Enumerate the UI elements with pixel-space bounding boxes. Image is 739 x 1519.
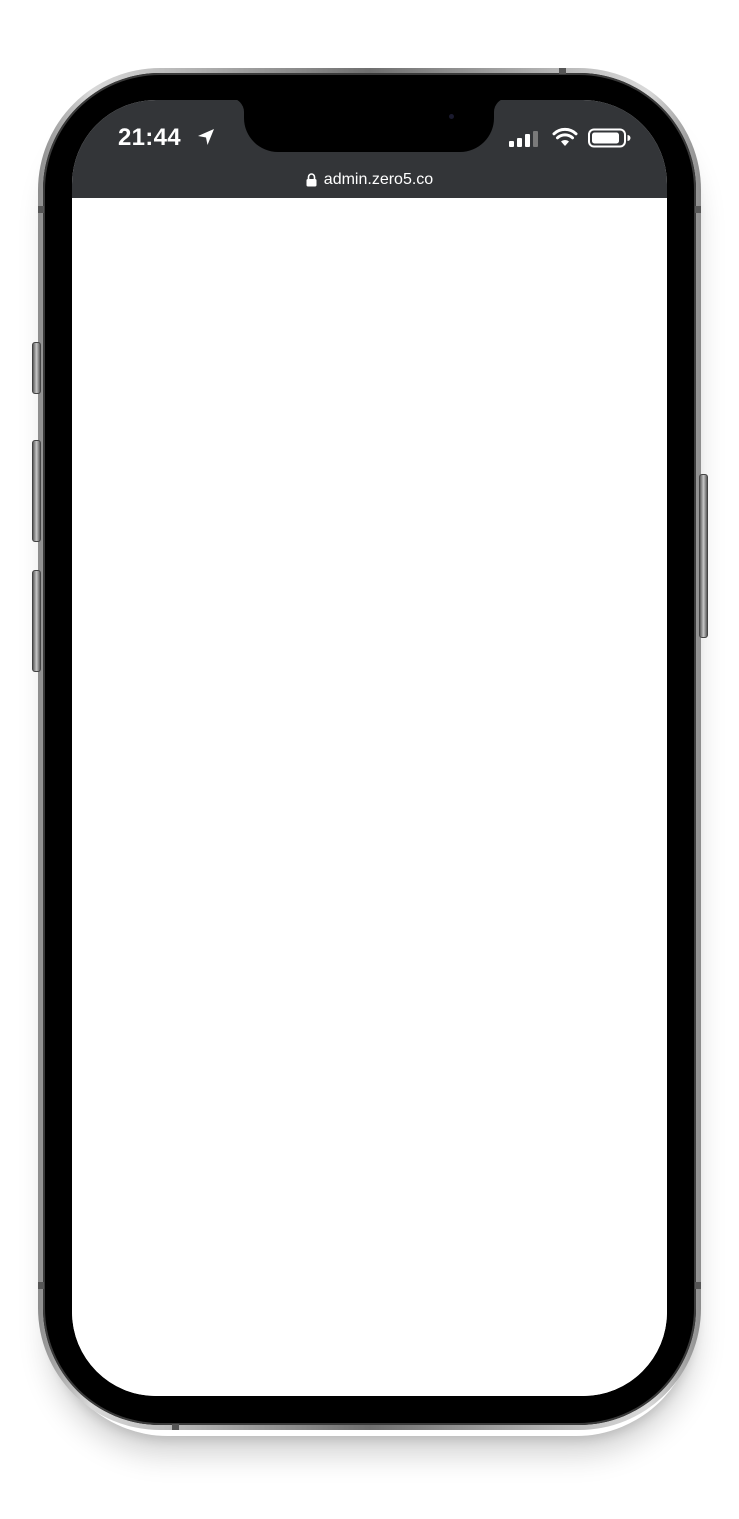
silent-switch [32,342,41,394]
location-arrow-icon [198,129,214,145]
antenna-line [38,1282,44,1289]
antenna-line [559,68,566,74]
url-text: admin.zero5.co [323,171,434,188]
browser-status-area: 21:44 admin.zero5.co [72,100,667,198]
power-button [699,474,708,638]
cellular-signal-icon [509,131,538,147]
wifi-icon [552,127,578,146]
phone-screen: 21:44 admin.zero5.co [72,100,667,1396]
page-content [72,198,667,1396]
volume-up-button [32,440,41,542]
front-camera [449,114,454,119]
antenna-line [695,206,701,213]
antenna-line [695,1282,701,1289]
lock-icon [306,173,317,187]
volume-down-button [32,570,41,672]
antenna-line [38,206,44,213]
antenna-line [172,1424,179,1430]
status-time: 21:44 [118,124,181,151]
battery-icon [588,128,631,148]
url-bar[interactable]: admin.zero5.co [72,168,667,192]
notch [244,100,494,152]
